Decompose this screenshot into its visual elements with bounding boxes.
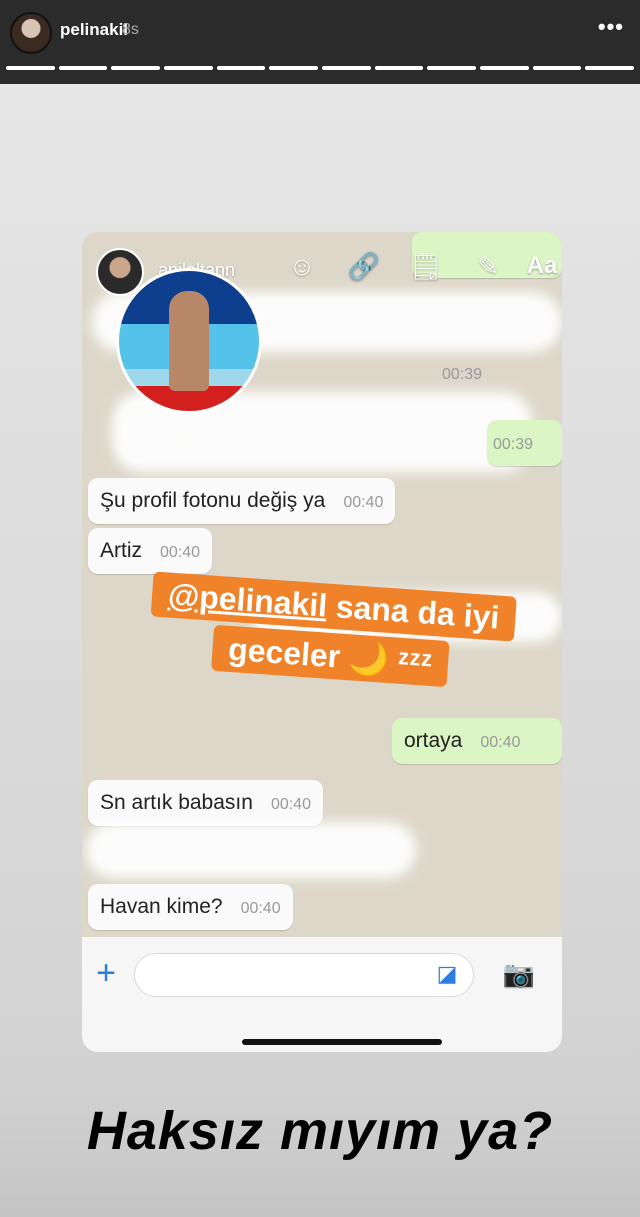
plus-icon: +	[96, 954, 116, 992]
link-icon: 🔗	[347, 251, 381, 281]
chat-bubble-incoming: Sn artık babasın 00:40	[88, 780, 323, 826]
chat-bubble-incoming: Artiz 00:40	[88, 528, 213, 574]
progress-segment	[374, 66, 424, 70]
more-options-icon[interactable]: •••	[598, 14, 624, 40]
mention-sticker: @pelinakil sana da iyi geceler 🌙 ᶻᶻᶻ	[139, 569, 525, 694]
pen-icon: ✎	[477, 251, 499, 281]
sticker-icon: 🗒	[409, 251, 443, 281]
progress-segment	[480, 66, 529, 70]
overlay-profile-photo	[116, 268, 262, 414]
story-caption: Haksız mıyım ya?	[0, 1082, 640, 1217]
progress-segment	[216, 66, 266, 70]
progress-segment	[111, 66, 161, 70]
story-progress-bar	[6, 66, 635, 70]
chat-bubble-incoming: Havan kime? 00:40	[88, 884, 293, 930]
sticker-line-1: @pelinakil sana da iyi	[150, 571, 517, 642]
chat-area: 00:39 00:39 anilaltann ☺ 🔗 🗒 ✎ Aa Şu pro…	[82, 232, 562, 937]
progress-segment	[427, 66, 477, 70]
camera-icon: 📷	[502, 959, 536, 989]
progress-segment	[532, 66, 582, 70]
chat-bubble-incoming: Şu profil fotonu değiş ya 00:40	[88, 478, 396, 524]
message-field	[134, 953, 474, 997]
message-input-bar: + ◪ 📷	[82, 937, 562, 1052]
chat-bubble-outgoing: 00:39	[487, 420, 562, 466]
progress-segment	[585, 66, 635, 70]
progress-segment	[164, 66, 213, 70]
progress-segment	[6, 66, 55, 70]
story-time: 8s	[122, 21, 139, 38]
redacted-message	[86, 822, 416, 878]
mention-link[interactable]: @pelinakil	[167, 577, 328, 624]
story-header: pelinakil 8s •••	[0, 0, 640, 84]
username[interactable]: pelinakil	[60, 20, 128, 40]
text-tool-icon: Aa	[526, 252, 558, 279]
chat-bubble-outgoing: ortaya 00:40	[392, 718, 562, 764]
sticker-button-icon: ◪	[436, 961, 458, 986]
profile-avatar[interactable]	[10, 12, 52, 54]
progress-segment	[322, 66, 371, 70]
profile-photo-person	[169, 291, 209, 391]
shared-chat-screenshot: 00:39 00:39 anilaltann ☺ 🔗 🗒 ✎ Aa Şu pro…	[82, 232, 562, 1052]
emoji-icon: ☺	[288, 251, 316, 281]
progress-segment	[269, 66, 319, 70]
home-indicator	[242, 1039, 442, 1045]
chat-time: 00:39	[442, 366, 483, 383]
caption-text: Haksız mıyım ya?	[86, 1101, 554, 1161]
progress-segment	[58, 66, 108, 70]
